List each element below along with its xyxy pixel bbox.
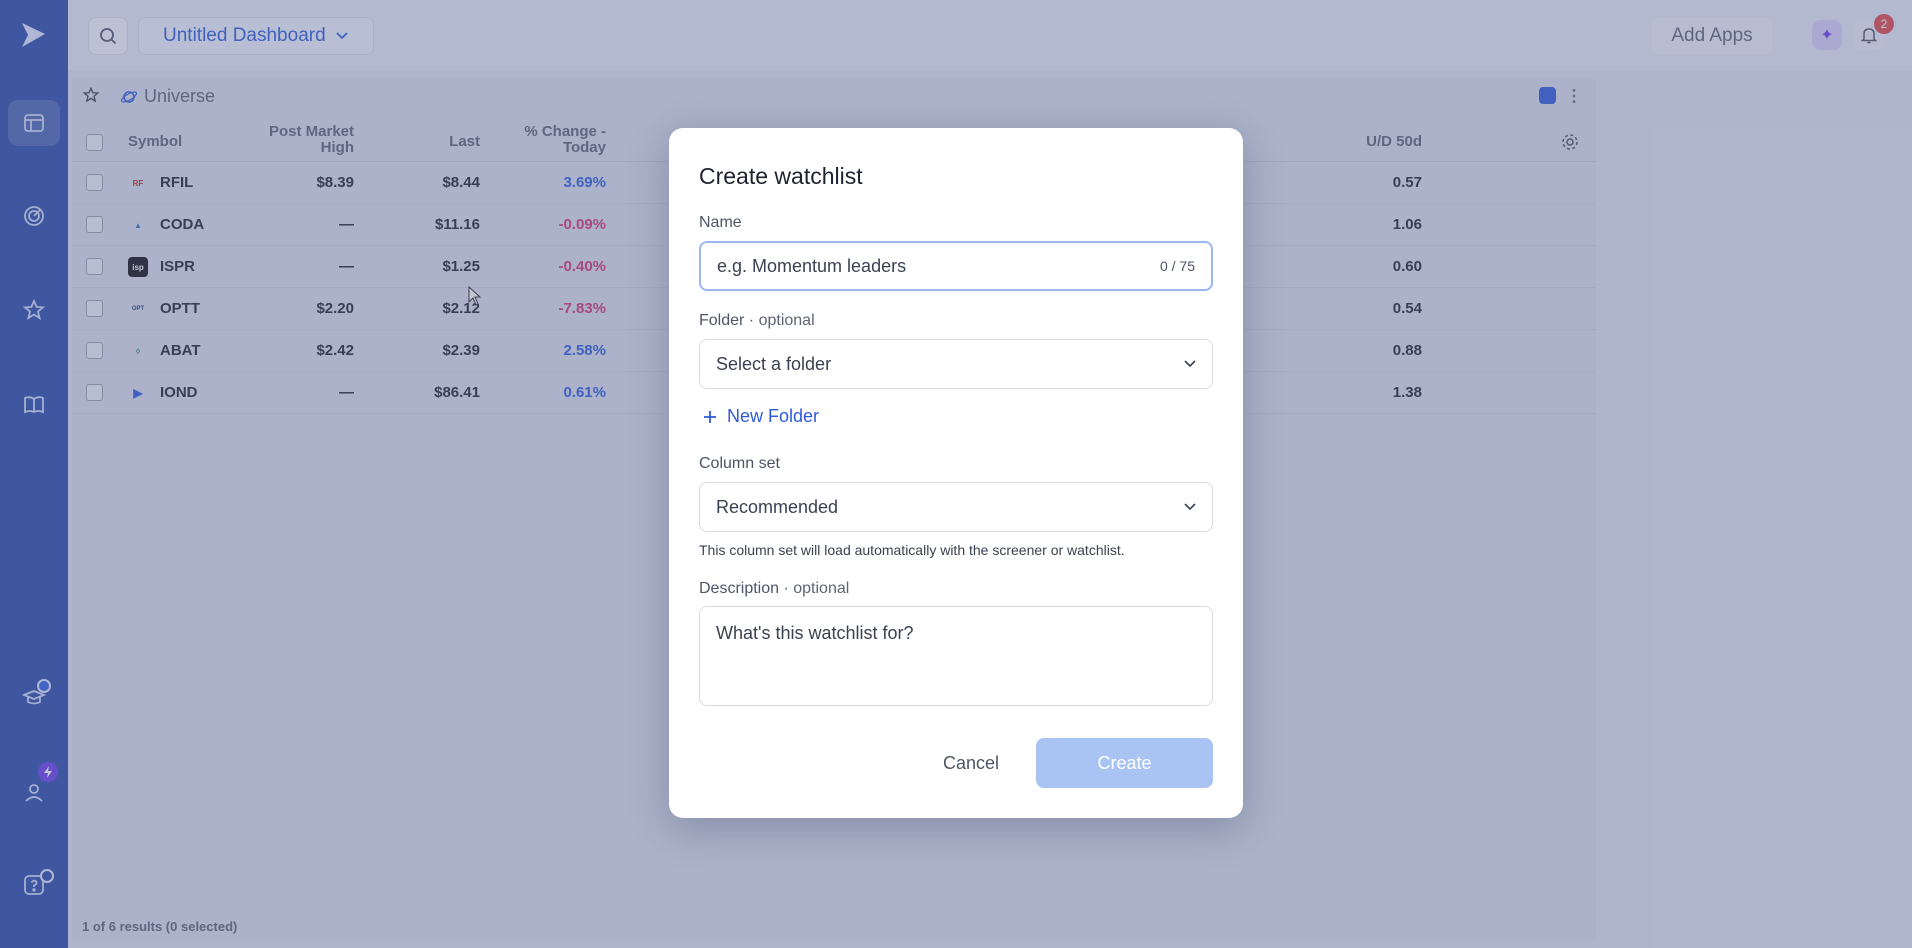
chevron-down-icon: [1184, 360, 1196, 368]
new-folder-button[interactable]: New Folder: [703, 406, 819, 427]
column-set-value: Recommended: [716, 496, 839, 517]
name-input[interactable]: e.g. Momentum leaders 0 / 75: [699, 241, 1213, 291]
name-char-counter: 0 / 75: [1159, 258, 1195, 274]
cancel-button[interactable]: Cancel: [921, 738, 1021, 788]
description-label-text: Description: [699, 580, 780, 597]
folder-label: Folder · optional: [699, 312, 815, 330]
column-set-label: Column set: [699, 455, 780, 472]
chevron-down-icon: [1184, 503, 1196, 511]
description-label: Description · optional: [699, 580, 849, 598]
new-folder-label: New Folder: [727, 406, 820, 426]
name-label: Name: [699, 214, 742, 231]
folder-optional-text: · optional: [744, 312, 815, 329]
description-textarea[interactable]: What's this watchlist for?: [699, 606, 1213, 706]
column-set-hint: This column set will load automatically …: [699, 542, 1125, 558]
plus-icon: [704, 410, 716, 423]
folder-label-text: Folder: [699, 312, 745, 329]
column-set-select[interactable]: Recommended: [699, 482, 1213, 532]
description-optional-text: · optional: [779, 580, 850, 597]
folder-select[interactable]: Select a folder: [699, 339, 1213, 389]
name-input-placeholder: e.g. Momentum leaders: [717, 255, 907, 276]
description-placeholder: What's this watchlist for?: [716, 623, 914, 643]
folder-select-value: Select a folder: [716, 353, 832, 374]
dialog-title: Create watchlist: [699, 163, 863, 189]
create-button[interactable]: Create: [1036, 738, 1213, 788]
create-watchlist-dialog: Create watchlist Name e.g. Momentum lead…: [669, 128, 1243, 818]
